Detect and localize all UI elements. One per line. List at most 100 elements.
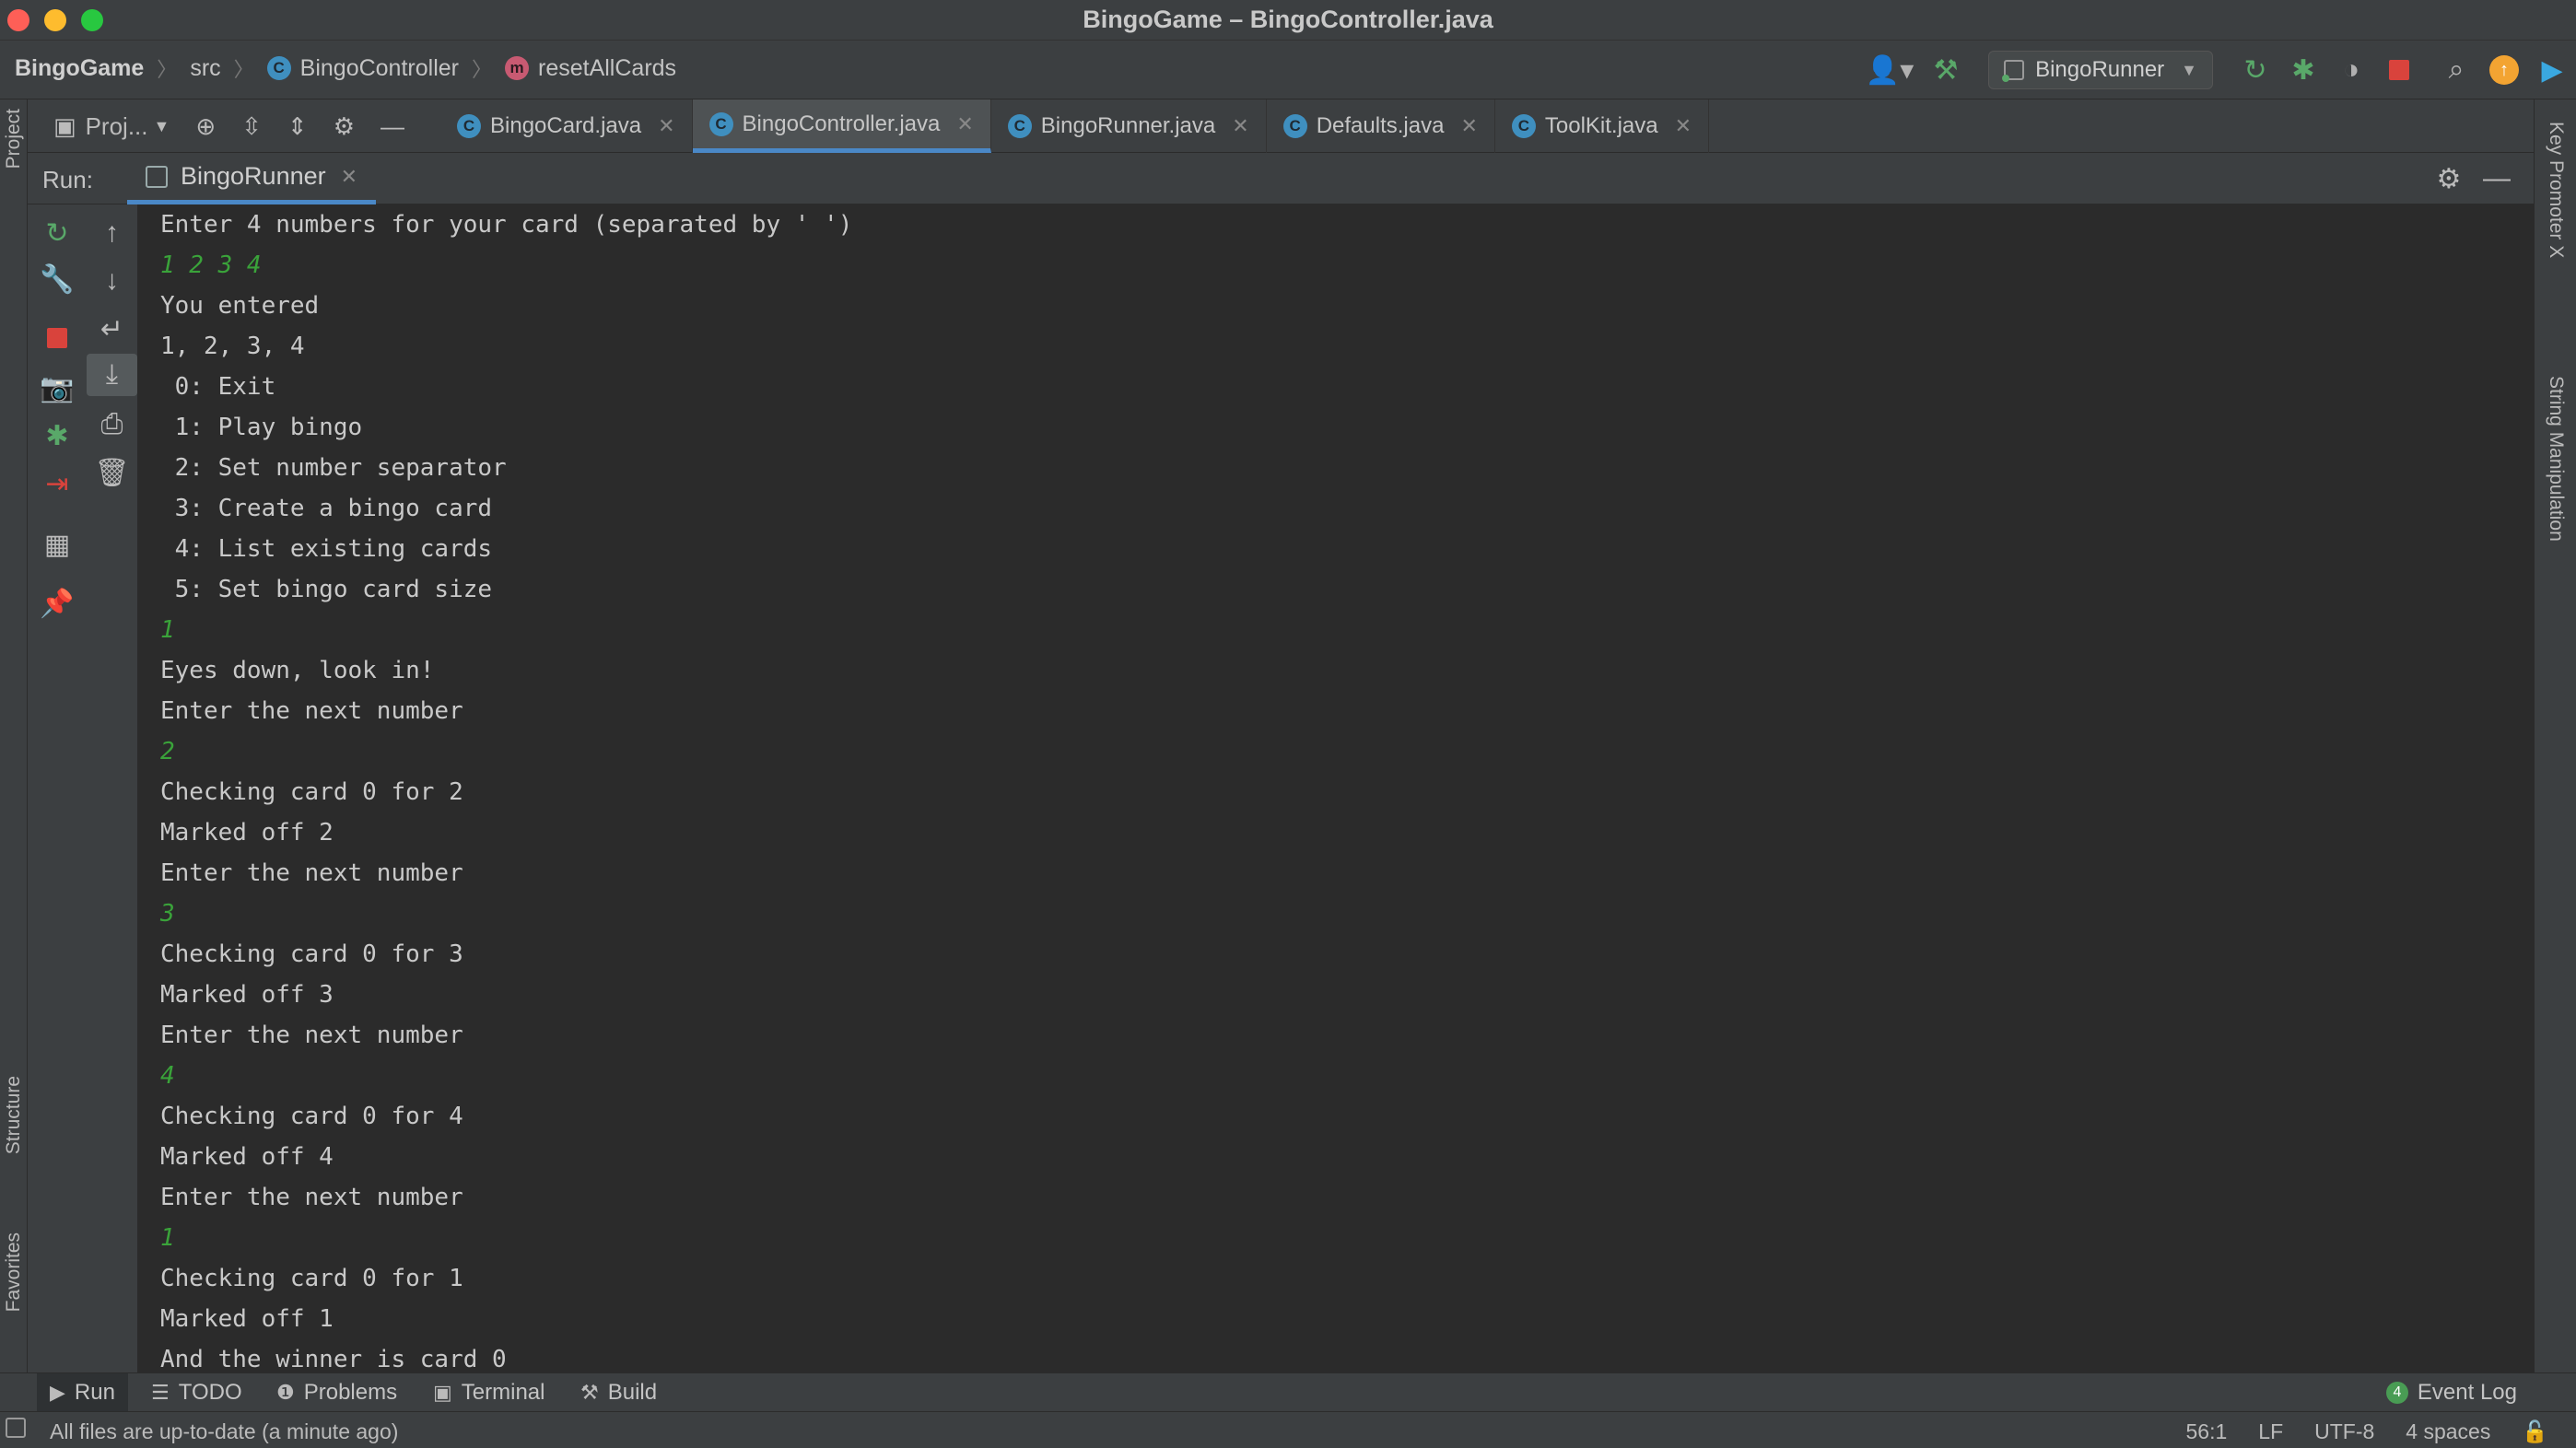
search-icon[interactable]: ⌕: [2432, 46, 2480, 94]
panel-toggle-icon[interactable]: [6, 1418, 26, 1438]
stop-icon[interactable]: [28, 317, 87, 359]
key-promoter-label: Key Promoter X: [2546, 122, 2567, 259]
camera-icon[interactable]: 📷: [28, 367, 87, 409]
close-icon[interactable]: ✕: [658, 114, 674, 138]
print-icon[interactable]: ⎙: [87, 403, 137, 446]
breadcrumb-separator-icon: 〉: [233, 58, 254, 81]
tab-todo[interactable]: ☰ TODO: [138, 1373, 255, 1412]
favorites-tool-button[interactable]: Favorites: [0, 1232, 28, 1312]
tab-label: Defaults.java: [1316, 113, 1445, 138]
rerun-icon[interactable]: ↻: [2231, 46, 2279, 94]
event-count-badge: 4: [2385, 1382, 2408, 1404]
expand-all-icon[interactable]: ⇳: [241, 112, 262, 141]
tab-problems[interactable]: ❶ Problems: [263, 1373, 410, 1412]
tab-build-label: Build: [607, 1380, 658, 1405]
stop-icon[interactable]: [2375, 46, 2423, 94]
update-icon[interactable]: ↑: [2480, 46, 2528, 94]
tab-problems-label: Problems: [303, 1380, 398, 1405]
bottom-tool-tabs: ▶ Run ☰ TODO ❶ Problems ▣ Terminal ⚒ Build 4E…: [0, 1372, 2576, 1412]
scroll-to-end-icon[interactable]: ⤓: [87, 354, 137, 396]
coverage-shield-icon[interactable]: ◑: [2327, 46, 2375, 94]
tab-event-log[interactable]: 4 Event Log: [2373, 1373, 2530, 1412]
hide-panel-icon[interactable]: —: [381, 112, 404, 141]
string-manipulation-tool-button[interactable]: String Manipulation: [2535, 376, 2576, 542]
collapse-all-icon[interactable]: ⇕: [287, 112, 308, 141]
tab-bingorunner[interactable]: C BingoRunner.java ✕: [991, 99, 1267, 153]
editor-tab-row: ▣ Proj... ▼ ⊕ ⇳ ⇕ ⚙ — C BingoCard.java ✕ C…: [28, 99, 2534, 153]
breadcrumb-method[interactable]: resetAllCards: [538, 55, 676, 82]
class-icon: C: [1282, 114, 1307, 138]
console-input-line: 4: [160, 1062, 175, 1090]
breadcrumb-separator-icon: 〉: [157, 58, 178, 81]
breadcrumb-src[interactable]: src: [190, 55, 220, 82]
console-line: Enter the next number: [160, 859, 463, 887]
breadcrumb-class[interactable]: BingoController: [300, 55, 459, 82]
structure-tool-button[interactable]: Structure: [0, 1076, 28, 1154]
console-line: Eyes down, look in!: [160, 657, 435, 684]
console-output[interactable]: Enter 4 numbers for your card (separated…: [138, 204, 2534, 1372]
close-icon[interactable]: ✕: [956, 112, 973, 136]
build-hammer-icon[interactable]: ⚒: [1922, 46, 1970, 94]
layout-icon[interactable]: ▦: [28, 523, 87, 566]
tab-build[interactable]: ⚒ Build: [568, 1373, 670, 1412]
tab-defaults[interactable]: C Defaults.java ✕: [1267, 99, 1495, 153]
debug-bug-icon[interactable]: ✱: [2279, 46, 2327, 94]
tab-label: ToolKit.java: [1544, 113, 1658, 138]
console-line: 1, 2, 3, 4: [160, 333, 305, 360]
gear-icon[interactable]: ⚙: [2425, 160, 2473, 197]
locate-icon[interactable]: ⊕: [195, 112, 216, 141]
list-icon: ☰: [151, 1381, 170, 1404]
class-icon: C: [708, 111, 733, 136]
play-icon: ▶: [50, 1381, 65, 1404]
indent-setting[interactable]: 4 spaces: [2406, 1419, 2490, 1444]
tab-terminal[interactable]: ▣ Terminal: [420, 1373, 558, 1412]
window-title: BingoGame – BingoController.java: [1083, 6, 1493, 33]
close-icon[interactable]: ✕: [1675, 114, 1692, 138]
project-view-dropdown[interactable]: ▣ Proj... ▼: [53, 112, 170, 141]
info-icon: ❶: [276, 1381, 295, 1404]
exit-icon[interactable]: ⇥: [28, 462, 87, 505]
soft-wrap-icon[interactable]: ↵: [87, 308, 137, 350]
toolbox-logo-icon[interactable]: ▶: [2528, 46, 2576, 94]
pin-icon[interactable]: 📌: [28, 582, 87, 625]
run-config-icon: [2002, 60, 2025, 82]
project-view-label: Proj...: [85, 111, 148, 140]
rerun-icon[interactable]: ↻: [28, 212, 87, 254]
run-tab-bingorunner[interactable]: BingoRunner ✕: [127, 153, 377, 204]
key-promoter-tool-button[interactable]: Key Promoter X: [2535, 122, 2576, 258]
gear-icon[interactable]: ⚙: [334, 112, 355, 141]
arrow-down-icon[interactable]: ↓: [87, 260, 137, 302]
project-tool-button[interactable]: Project: [0, 109, 28, 169]
debug-restart-icon[interactable]: ✱: [28, 415, 87, 457]
lock-icon[interactable]: 🔓: [2522, 1419, 2548, 1444]
wrench-icon[interactable]: 🔧: [28, 258, 87, 300]
console-line: 5: Set bingo card size: [160, 576, 493, 603]
close-icon[interactable]: ✕: [1232, 114, 1248, 138]
title-bar: BingoGame – BingoController.java: [0, 0, 2576, 41]
file-encoding[interactable]: UTF-8: [2314, 1419, 2374, 1444]
run-configuration-select[interactable]: BingoRunner ▼: [1988, 51, 2213, 89]
console-line: 3: Create a bingo card: [160, 495, 493, 522]
status-bar: All files are up-to-date (a minute ago) …: [0, 1411, 2576, 1448]
caret-position[interactable]: 56:1: [2186, 1419, 2228, 1444]
trash-icon[interactable]: 🗑: [87, 451, 137, 494]
run-panel-label: Run:: [42, 166, 93, 193]
console-line: 2: Set number separator: [160, 454, 507, 482]
hide-panel-icon[interactable]: —: [2473, 160, 2521, 197]
run-tab-label: BingoRunner: [181, 162, 326, 190]
arrow-up-icon[interactable]: ↑: [87, 212, 137, 254]
tab-run[interactable]: ▶ Run: [37, 1373, 128, 1412]
console-line: 4: List existing cards: [160, 535, 493, 563]
tab-bingocontroller[interactable]: C BingoController.java ✕: [692, 99, 991, 153]
hammer-icon: ⚒: [580, 1381, 599, 1404]
chevron-down-icon: ▼: [153, 116, 170, 135]
tab-toolkit[interactable]: C ToolKit.java ✕: [1495, 99, 1710, 153]
breadcrumb-project[interactable]: BingoGame: [15, 55, 144, 82]
vcs-user-icon[interactable]: 👤▾: [1857, 46, 1922, 94]
line-separator[interactable]: LF: [2258, 1419, 2283, 1444]
left-tool-stripe: Project Structure Favorites: [0, 99, 28, 1372]
tab-bingocard[interactable]: C BingoCard.java ✕: [440, 99, 693, 153]
close-icon[interactable]: ✕: [341, 165, 357, 189]
project-folder-icon: ▣: [53, 111, 76, 140]
close-icon[interactable]: ✕: [1460, 114, 1477, 138]
